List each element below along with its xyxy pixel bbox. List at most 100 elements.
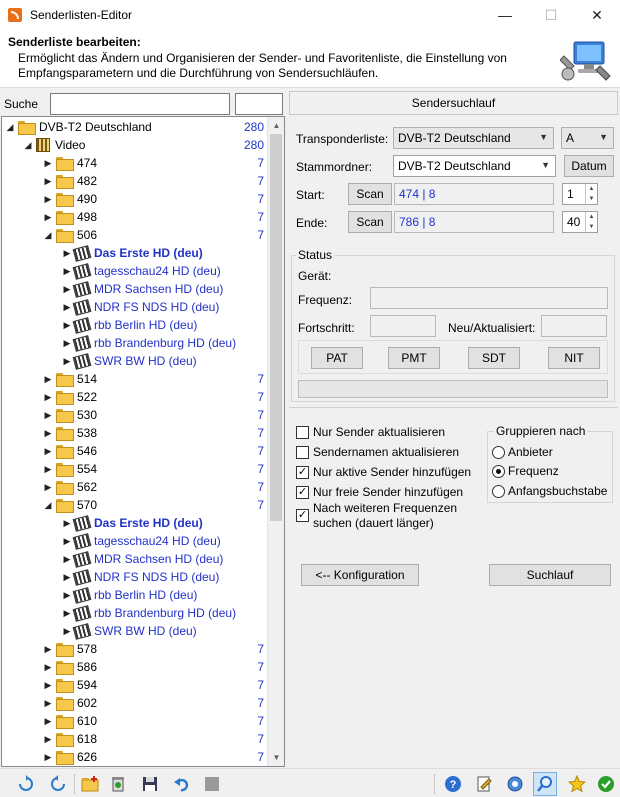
tree-folder-item[interactable]: ◢ 570 7	[2, 496, 268, 514]
edit-icon[interactable]	[472, 772, 496, 796]
expand-icon[interactable]: ▶	[43, 734, 53, 745]
radio-frequenz[interactable]: Frequenz	[492, 464, 559, 478]
tree-scrollbar[interactable]: ▲ ▼	[267, 117, 284, 766]
search-input[interactable]	[50, 92, 230, 115]
tree-folder-item[interactable]: ▶ 578 7	[2, 640, 268, 658]
tree-folder-item[interactable]: ▶ 594 7	[2, 676, 268, 694]
checkbox-box[interactable]	[296, 426, 309, 439]
sdt-button[interactable]: SDT	[468, 347, 520, 369]
expand-icon[interactable]: ▶	[43, 446, 53, 457]
delete-icon[interactable]	[106, 772, 130, 796]
expand-icon[interactable]: ▶	[43, 410, 53, 421]
start-scan-button[interactable]: Scan	[348, 183, 392, 205]
expand-icon[interactable]: ▶	[43, 428, 53, 439]
radio-dot[interactable]	[492, 484, 505, 498]
expand-icon[interactable]: ▶	[62, 536, 72, 547]
expand-icon[interactable]: ▶	[62, 248, 72, 259]
tree-root[interactable]: ◢ DVB-T2 Deutschland 280	[2, 118, 268, 136]
search-icon[interactable]	[533, 772, 557, 796]
checkbox-free-only[interactable]: ✓ Nur freie Sender hinzufügen	[296, 485, 463, 499]
tree-channel-item[interactable]: ▶ tagesschau24 HD (deu)	[2, 262, 268, 280]
search-run-button[interactable]: Suchlauf	[489, 564, 611, 586]
checkbox-box[interactable]	[296, 446, 309, 459]
radio-anfangsbuchstabe[interactable]: Anfangsbuchstabe	[492, 484, 607, 498]
spin-down-icon[interactable]: ▼	[585, 194, 597, 204]
new-folder-icon[interactable]	[78, 772, 102, 796]
tree-folder-item[interactable]: ▶ 554 7	[2, 460, 268, 478]
tree-channel-item[interactable]: ▶ MDR Sachsen HD (deu)	[2, 280, 268, 298]
tree-folder-item[interactable]: ▶ 626 7	[2, 748, 268, 766]
checkbox-active-only[interactable]: ✓ Nur aktive Sender hinzufügen	[296, 465, 471, 479]
tree-channel-item[interactable]: ▶ NDR FS NDS HD (deu)	[2, 298, 268, 316]
settings-icon[interactable]	[503, 772, 527, 796]
radio-dot[interactable]	[492, 464, 505, 478]
expand-icon[interactable]: ▶	[43, 680, 53, 691]
end-spinner[interactable]: 40 ▲ ▼	[562, 211, 598, 233]
tree-channel-item[interactable]: ▶ rbb Brandenburg HD (deu)	[2, 334, 268, 352]
tree-video[interactable]: ◢ Video 280	[2, 136, 268, 154]
checkbox-more-frequencies[interactable]: ✓ Nach weiteren Frequenzen suchen (dauer…	[296, 501, 457, 531]
expand-icon[interactable]: ▶	[43, 464, 53, 475]
expand-icon[interactable]: ▶	[62, 284, 72, 295]
expand-icon[interactable]: ▶	[43, 662, 53, 673]
expand-icon[interactable]: ▶	[43, 482, 53, 493]
expand-icon[interactable]: ▶	[62, 608, 72, 619]
expand-icon[interactable]: ▶	[43, 212, 53, 223]
minimize-button[interactable]: —	[482, 0, 528, 30]
search-input-secondary[interactable]	[235, 92, 283, 115]
collapse-icon[interactable]: ◢	[43, 230, 53, 241]
expand-icon[interactable]: ◢	[23, 140, 33, 151]
tree-channel-item[interactable]: ▶ rbb Berlin HD (deu)	[2, 586, 268, 604]
expand-icon[interactable]: ▶	[43, 176, 53, 187]
expand-icon[interactable]: ▶	[43, 698, 53, 709]
tree-folder-item[interactable]: ▶ 602 7	[2, 694, 268, 712]
expand-icon[interactable]: ▶	[62, 338, 72, 349]
expand-icon[interactable]: ▶	[43, 194, 53, 205]
configuration-button[interactable]: <-- Konfiguration	[301, 564, 419, 586]
tree-channel-item[interactable]: ▶ Das Erste HD (deu)	[2, 514, 268, 532]
checkbox-box[interactable]: ✓	[296, 509, 309, 522]
expand-icon[interactable]: ▶	[62, 518, 72, 529]
maximize-button[interactable]: ☐	[528, 0, 574, 30]
help-icon[interactable]: ?	[441, 772, 465, 796]
tree-folder-item[interactable]: ▶ 474 7	[2, 154, 268, 172]
expand-icon[interactable]: ▶	[62, 266, 72, 277]
expand-icon[interactable]: ▶	[62, 626, 72, 637]
expand-icon[interactable]: ▶	[62, 356, 72, 367]
datum-button[interactable]: Datum	[564, 155, 614, 177]
ok-icon[interactable]	[594, 772, 618, 796]
tree-folder-item[interactable]: ▶ 546 7	[2, 442, 268, 460]
close-button[interactable]: ✕	[574, 0, 620, 30]
refresh-icon[interactable]	[14, 772, 38, 796]
end-scan-button[interactable]: Scan	[348, 211, 392, 233]
pat-button[interactable]: PAT	[311, 347, 363, 369]
tree-folder-item[interactable]: ▶ 562 7	[2, 478, 268, 496]
checkbox-box[interactable]: ✓	[296, 466, 309, 479]
tree-channel-item[interactable]: ▶ MDR Sachsen HD (deu)	[2, 550, 268, 568]
tree-folder-item[interactable]: ▶ 514 7	[2, 370, 268, 388]
tree-folder-item[interactable]: ▶ 618 7	[2, 730, 268, 748]
expand-icon[interactable]: ▶	[62, 590, 72, 601]
tree-folder-item[interactable]: ▶ 610 7	[2, 712, 268, 730]
tree-folder-item[interactable]: ▶ 530 7	[2, 406, 268, 424]
start-spinner[interactable]: 1 ▲ ▼	[562, 183, 598, 205]
expand-icon[interactable]: ▶	[43, 716, 53, 727]
root-folder-select[interactable]: DVB-T2 Deutschland ▼	[393, 155, 556, 177]
tree-folder-item[interactable]: ◢ 506 7	[2, 226, 268, 244]
tree-folder-item[interactable]: ▶ 538 7	[2, 424, 268, 442]
collapse-icon[interactable]: ◢	[43, 500, 53, 511]
checkbox-box[interactable]: ✓	[296, 486, 309, 499]
spin-up-icon[interactable]: ▲	[585, 212, 597, 222]
tree-folder-item[interactable]: ▶ 522 7	[2, 388, 268, 406]
expand-icon[interactable]: ▶	[62, 572, 72, 583]
tree-channel-item[interactable]: ▶ NDR FS NDS HD (deu)	[2, 568, 268, 586]
tree-folder-item[interactable]: ▶ 586 7	[2, 658, 268, 676]
tree-channel-item[interactable]: ▶ rbb Brandenburg HD (deu)	[2, 604, 268, 622]
radio-dot[interactable]	[492, 445, 505, 459]
transponder-select[interactable]: DVB-T2 Deutschland ▼	[393, 127, 554, 149]
tree-folder-item[interactable]: ▶ 490 7	[2, 190, 268, 208]
scroll-down-icon[interactable]: ▼	[268, 749, 284, 766]
scroll-thumb[interactable]	[270, 134, 282, 521]
expand-icon[interactable]: ◢	[5, 122, 15, 133]
favorite-icon[interactable]	[565, 772, 589, 796]
